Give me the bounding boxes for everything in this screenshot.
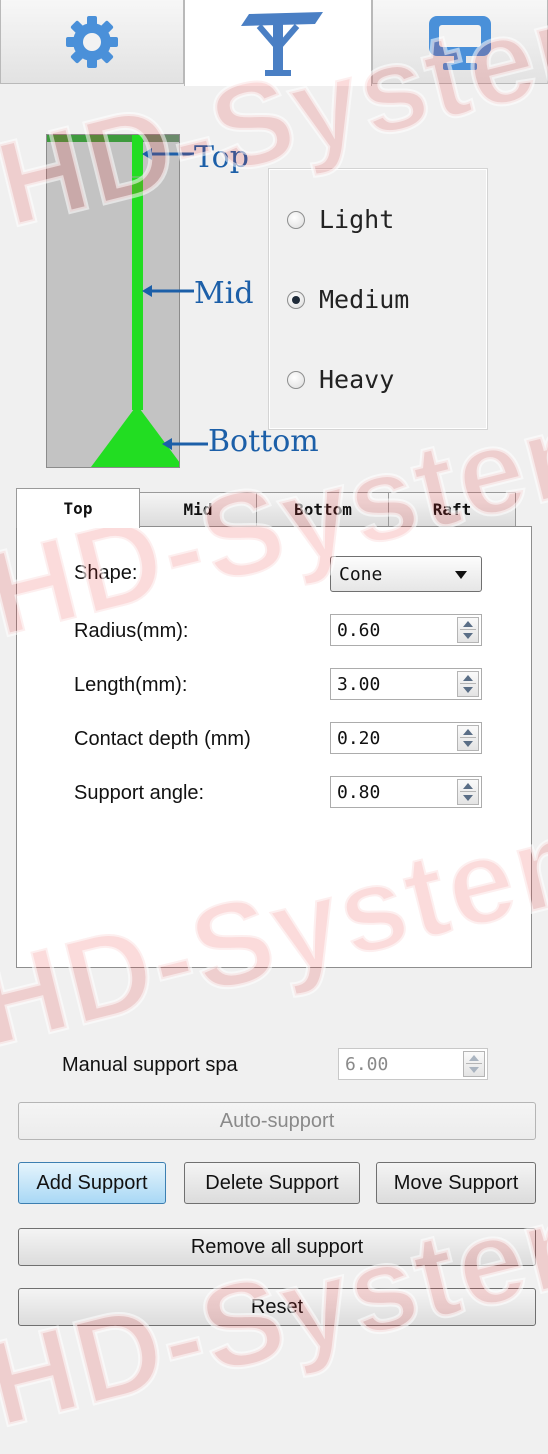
mid-arrow xyxy=(142,285,194,297)
top-arrow xyxy=(142,148,194,160)
shape-dropdown[interactable]: Cone xyxy=(330,556,482,592)
manual-spacing-input[interactable]: 6.00 xyxy=(338,1048,488,1080)
radius-input[interactable]: 0.60 xyxy=(330,614,482,646)
move-support-button[interactable]: Move Support xyxy=(376,1162,536,1204)
radio-button[interactable] xyxy=(287,210,305,229)
bottom-arrow xyxy=(162,438,208,450)
manual-spacing-value: 6.00 xyxy=(345,1054,389,1075)
gear-icon xyxy=(66,15,118,68)
radio-light[interactable]: Light xyxy=(287,205,394,234)
add-support-button[interactable]: Add Support xyxy=(18,1162,166,1204)
spin-arrows-icon[interactable] xyxy=(457,725,479,751)
manual-spacing-label: Manual support spa xyxy=(62,1054,238,1076)
radio-label: Light xyxy=(319,205,395,234)
tab-settings[interactable] xyxy=(0,0,184,84)
tab-mid[interactable]: Mid xyxy=(138,492,258,526)
support-shape xyxy=(47,135,179,467)
length-value: 3.00 xyxy=(337,674,381,695)
preset-group: Light Medium Heavy xyxy=(268,168,488,430)
support-icon xyxy=(241,12,323,76)
contact-depth-label: Contact depth (mm) xyxy=(74,728,251,750)
radius-value: 0.60 xyxy=(337,620,381,641)
tab-raft[interactable]: Raft xyxy=(388,492,516,526)
radio-medium[interactable]: Medium xyxy=(287,285,409,314)
support-angle-value: 0.80 xyxy=(337,782,381,803)
reset-button[interactable]: Reset xyxy=(18,1288,536,1326)
radius-label: Radius(mm): xyxy=(74,620,189,642)
radio-button[interactable] xyxy=(287,290,305,309)
tab-support[interactable] xyxy=(184,0,372,86)
support-diagram xyxy=(46,134,180,468)
spin-arrows-icon[interactable] xyxy=(457,779,479,805)
auto-support-button[interactable]: Auto-support xyxy=(18,1102,536,1140)
callout-mid: Mid xyxy=(194,276,254,311)
radio-button[interactable] xyxy=(287,370,305,389)
tab-top[interactable]: Top xyxy=(16,488,140,528)
spin-arrows-icon[interactable] xyxy=(463,1051,485,1077)
shape-value: Cone xyxy=(339,564,383,585)
remove-all-support-button[interactable]: Remove all support xyxy=(18,1228,536,1266)
chevron-down-icon xyxy=(455,571,467,579)
spin-arrows-icon[interactable] xyxy=(457,671,479,697)
radio-selected-dot xyxy=(292,295,300,304)
contact-depth-value: 0.20 xyxy=(337,728,381,749)
shape-label: Shape: xyxy=(74,562,138,584)
tab-bottom[interactable]: Bottom xyxy=(256,492,390,526)
tab-display[interactable] xyxy=(372,0,548,84)
spin-arrows-icon[interactable] xyxy=(457,617,479,643)
delete-support-button[interactable]: Delete Support xyxy=(184,1162,360,1204)
radio-heavy[interactable]: Heavy xyxy=(287,365,394,394)
radio-label: Heavy xyxy=(319,365,395,394)
support-angle-input[interactable]: 0.80 xyxy=(330,776,482,808)
length-label: Length(mm): xyxy=(74,674,188,696)
callout-top: Top xyxy=(194,140,249,175)
monitor-icon xyxy=(429,15,491,70)
contact-depth-input[interactable]: 0.20 xyxy=(330,722,482,754)
radio-label: Medium xyxy=(319,285,410,314)
support-angle-label: Support angle: xyxy=(74,782,205,804)
length-input[interactable]: 3.00 xyxy=(330,668,482,700)
